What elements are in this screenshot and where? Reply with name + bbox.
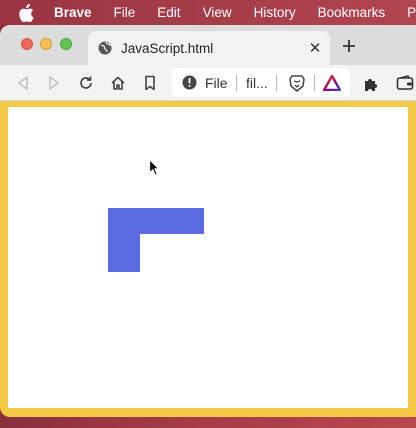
menu-history[interactable]: History: [254, 5, 296, 20]
page-viewport[interactable]: [8, 107, 408, 408]
reload-icon[interactable]: [77, 74, 95, 92]
forward-icon[interactable]: [45, 74, 63, 92]
close-window-button[interactable]: [21, 38, 33, 50]
menu-app-name[interactable]: Brave: [54, 5, 92, 20]
menu-view[interactable]: View: [203, 5, 232, 20]
divider: [276, 74, 277, 91]
back-icon[interactable]: [14, 74, 32, 92]
address-bar[interactable]: File fil...: [172, 68, 350, 97]
mouse-cursor-icon: [148, 158, 160, 176]
url-path[interactable]: fil...: [246, 75, 268, 91]
apple-icon[interactable]: [18, 3, 34, 22]
home-icon[interactable]: [109, 74, 127, 92]
minimize-window-button[interactable]: [40, 38, 52, 50]
menu-profiles[interactable]: Pr: [407, 5, 416, 20]
browser-toolbar: File fil...: [0, 65, 416, 101]
plus-icon[interactable]: [340, 37, 358, 55]
bookmark-icon[interactable]: [141, 74, 159, 92]
brave-rewards-icon[interactable]: [323, 75, 341, 91]
menu-bookmarks[interactable]: Bookmarks: [318, 5, 386, 20]
globe-icon: [98, 41, 112, 55]
tab-title: JavaScript.html: [121, 40, 214, 56]
url-scheme-label: File: [205, 75, 228, 91]
menu-edit[interactable]: Edit: [157, 5, 180, 20]
l-shape-graphic: [108, 208, 204, 272]
divider: [314, 74, 315, 91]
zoom-window-button[interactable]: [60, 38, 72, 50]
wallet-icon[interactable]: [396, 74, 414, 92]
tab-strip: JavaScript.html ✕: [0, 25, 416, 65]
brave-shields-icon[interactable]: [288, 74, 306, 92]
menu-file[interactable]: File: [114, 5, 136, 20]
tab-javascript-html[interactable]: JavaScript.html ✕: [88, 31, 330, 65]
macos-menu-bar: Brave File Edit View History Bookmarks P…: [0, 0, 416, 25]
divider: [236, 74, 237, 91]
browser-window: JavaScript.html ✕ File fil...: [0, 25, 416, 417]
close-icon[interactable]: ✕: [306, 39, 324, 57]
warning-icon[interactable]: [182, 75, 197, 90]
extensions-icon[interactable]: [362, 74, 380, 92]
